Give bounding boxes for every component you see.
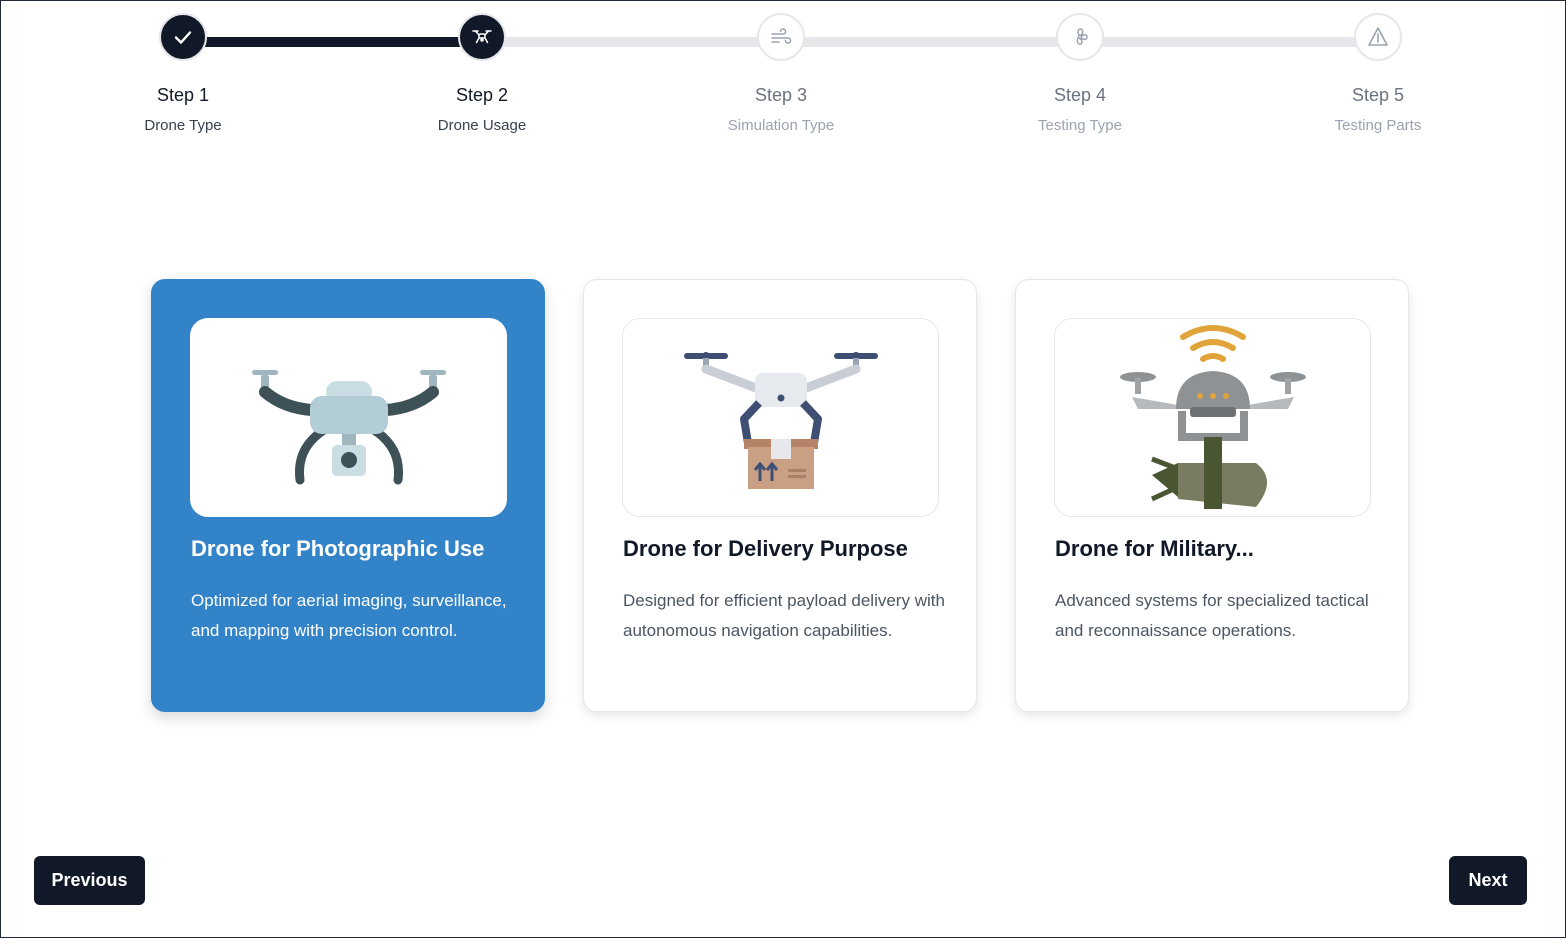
step-1-circle[interactable] xyxy=(159,13,207,61)
step-3-subtitle: Simulation Type xyxy=(727,117,835,134)
step-4-circle[interactable] xyxy=(1056,13,1104,61)
step-5[interactable]: Step 5 Testing Parts xyxy=(1268,13,1488,134)
card-image xyxy=(622,318,939,517)
step-3[interactable]: Step 3 Simulation Type xyxy=(671,13,891,134)
military-drone-illustration xyxy=(1119,324,1306,509)
card-title: Drone for Military... xyxy=(1055,536,1254,561)
next-button[interactable]: Next xyxy=(1449,856,1527,905)
step-2-title: Step 2 xyxy=(455,85,509,105)
step-1[interactable]: Step 1 Drone Type xyxy=(73,13,293,134)
wind-icon xyxy=(771,28,792,44)
step-3-title: Step 3 xyxy=(754,85,808,105)
step-4[interactable]: Step 4 Testing Type xyxy=(970,13,1190,134)
step-5-subtitle: Testing Parts xyxy=(1334,117,1422,134)
step-1-subtitle: Drone Type xyxy=(144,117,222,134)
fan-icon xyxy=(1076,28,1088,45)
progress-stepper: Step 1 Drone Type Step 2 Drone Usage Ste… xyxy=(1,1,1566,161)
card-description: Advanced systems for specialized tactica… xyxy=(1055,591,1369,640)
step-4-title: Step 4 xyxy=(1053,85,1107,105)
step-2-subtitle: Drone Usage xyxy=(437,117,527,134)
step-5-title: Step 5 xyxy=(1351,85,1405,105)
card-image xyxy=(1054,318,1371,517)
step-2-circle[interactable] xyxy=(458,13,506,61)
step-4-subtitle: Testing Type xyxy=(1038,117,1122,134)
card-military-drone[interactable]: Drone for Military... Advanced systems f… xyxy=(1015,279,1409,712)
card-delivery-drone[interactable]: Drone for Delivery Purpose Designed for … xyxy=(583,279,977,712)
warning-triangle-icon xyxy=(1368,27,1388,46)
card-description: Optimized for aerial imaging, surveillan… xyxy=(191,591,507,640)
drone-icon xyxy=(472,30,492,44)
delivery-drone-illustration xyxy=(683,351,878,489)
check-icon xyxy=(174,31,192,44)
card-title: Drone for Delivery Purpose xyxy=(623,536,908,561)
card-image xyxy=(190,318,507,517)
card-photographic-drone[interactable]: Drone for Photographic Use Optimized for… xyxy=(151,279,545,712)
card-description: Designed for efficient payload delivery … xyxy=(623,591,945,640)
previous-button[interactable]: Previous xyxy=(34,856,145,905)
step-3-circle[interactable] xyxy=(757,13,805,61)
camera-drone-illustration xyxy=(251,369,446,484)
card-title: Drone for Photographic Use xyxy=(191,536,485,561)
step-1-title: Step 1 xyxy=(156,85,210,105)
step-5-circle[interactable] xyxy=(1354,13,1402,61)
step-2[interactable]: Step 2 Drone Usage xyxy=(372,13,592,134)
